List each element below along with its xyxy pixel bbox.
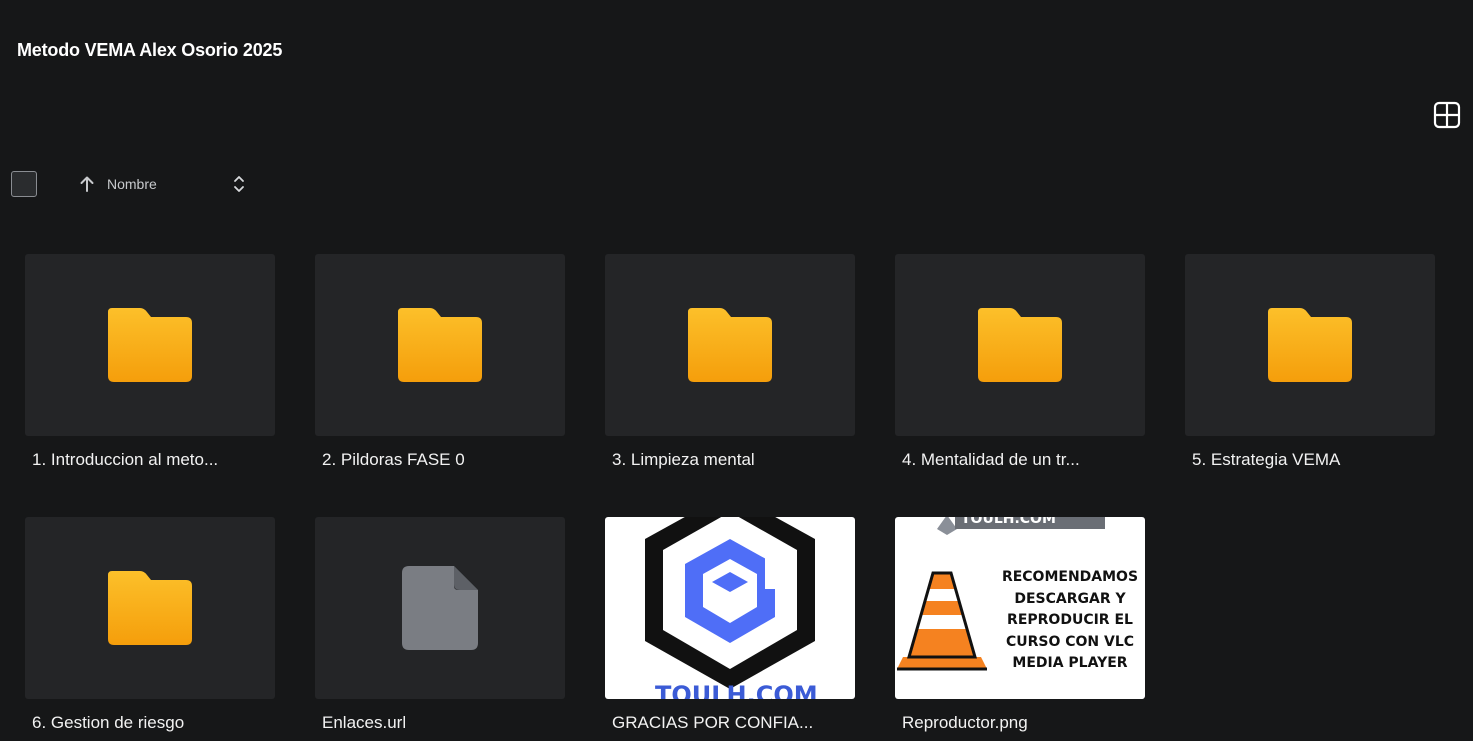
page-title: Metodo VEMA Alex Osorio 2025 bbox=[17, 40, 283, 60]
thumb-caption-line: CURSO CON VLC bbox=[1005, 633, 1135, 650]
select-all-checkbox[interactable] bbox=[11, 171, 37, 197]
folder-icon bbox=[688, 308, 772, 382]
folder-thumbnail[interactable] bbox=[605, 254, 855, 436]
folder-item[interactable]: 3. Limpieza mental bbox=[605, 254, 855, 470]
image-thumbnail[interactable]: TOULH.COM RECOMENDAMOS DESCARGAR Y REPRO… bbox=[895, 517, 1145, 699]
folder-icon bbox=[108, 571, 192, 645]
arrow-up-icon[interactable] bbox=[77, 174, 97, 194]
folder-thumbnail[interactable] bbox=[895, 254, 1145, 436]
thumb-caption-line: RECOMENDAMOS bbox=[1001, 569, 1139, 585]
item-name: 1. Introduccion al meto... bbox=[32, 450, 219, 469]
item-name: 2. Pildoras FASE 0 bbox=[322, 450, 465, 469]
folder-item[interactable]: 1. Introduccion al meto... bbox=[25, 254, 275, 470]
folder-icon bbox=[398, 308, 482, 382]
file-browser: Metodo VEMA Alex Osorio 2025 Nombre 1. I… bbox=[0, 0, 1473, 741]
toulh-logo-thumbnail bbox=[645, 517, 815, 689]
item-name: Reproductor.png bbox=[902, 713, 1028, 732]
sort-field-label[interactable]: Nombre bbox=[107, 176, 157, 192]
thumb-caption-line: REPRODUCIR EL bbox=[1007, 612, 1133, 628]
item-name: 4. Mentalidad de un tr... bbox=[902, 450, 1080, 469]
grid-view-icon[interactable] bbox=[1432, 100, 1462, 130]
file-thumbnail[interactable] bbox=[315, 517, 565, 699]
image-thumbnail[interactable]: TOULH.COM bbox=[605, 517, 855, 699]
image-item[interactable]: TOULH.COM RECOMENDAMOS DESCARGAR Y REPRO… bbox=[895, 517, 1145, 733]
item-name: 6. Gestion de riesgo bbox=[32, 713, 185, 732]
folder-thumbnail[interactable] bbox=[25, 517, 275, 699]
folder-item[interactable]: 5. Estrategia VEMA bbox=[1185, 254, 1435, 470]
thumb-caption: RECOMENDAMOS DESCARGAR Y REPRODUCIR EL C… bbox=[995, 567, 1145, 675]
item-name: 3. Limpieza mental bbox=[612, 450, 755, 469]
file-item[interactable]: Enlaces.url bbox=[315, 517, 565, 733]
thumb-brand-text: TOULH.COM bbox=[655, 681, 818, 699]
thumb-caption-line: DESCARGAR Y bbox=[1014, 590, 1126, 607]
folder-item[interactable]: 2. Pildoras FASE 0 bbox=[315, 254, 565, 470]
chevron-up-down-icon[interactable] bbox=[229, 172, 249, 196]
file-icon bbox=[402, 566, 478, 650]
image-item[interactable]: TOULH.COM GRACIAS POR CONFIA... bbox=[605, 517, 855, 733]
thumb-header-text: TOULH.COM bbox=[961, 517, 1056, 527]
sort-toolbar: Nombre bbox=[11, 171, 271, 198]
item-name: 5. Estrategia VEMA bbox=[1192, 450, 1341, 469]
item-name: GRACIAS POR CONFIA... bbox=[612, 713, 814, 732]
folder-item[interactable]: 6. Gestion de riesgo bbox=[25, 517, 275, 733]
folder-thumbnail[interactable] bbox=[25, 254, 275, 436]
folder-item[interactable]: 4. Mentalidad de un tr... bbox=[895, 254, 1145, 470]
folder-icon bbox=[108, 308, 192, 382]
thumb-caption-line: MEDIA PLAYER bbox=[1012, 655, 1128, 671]
folder-icon bbox=[978, 308, 1062, 382]
folder-icon bbox=[1268, 308, 1352, 382]
folder-thumbnail[interactable] bbox=[1185, 254, 1435, 436]
item-name: Enlaces.url bbox=[322, 713, 407, 732]
folder-thumbnail[interactable] bbox=[315, 254, 565, 436]
